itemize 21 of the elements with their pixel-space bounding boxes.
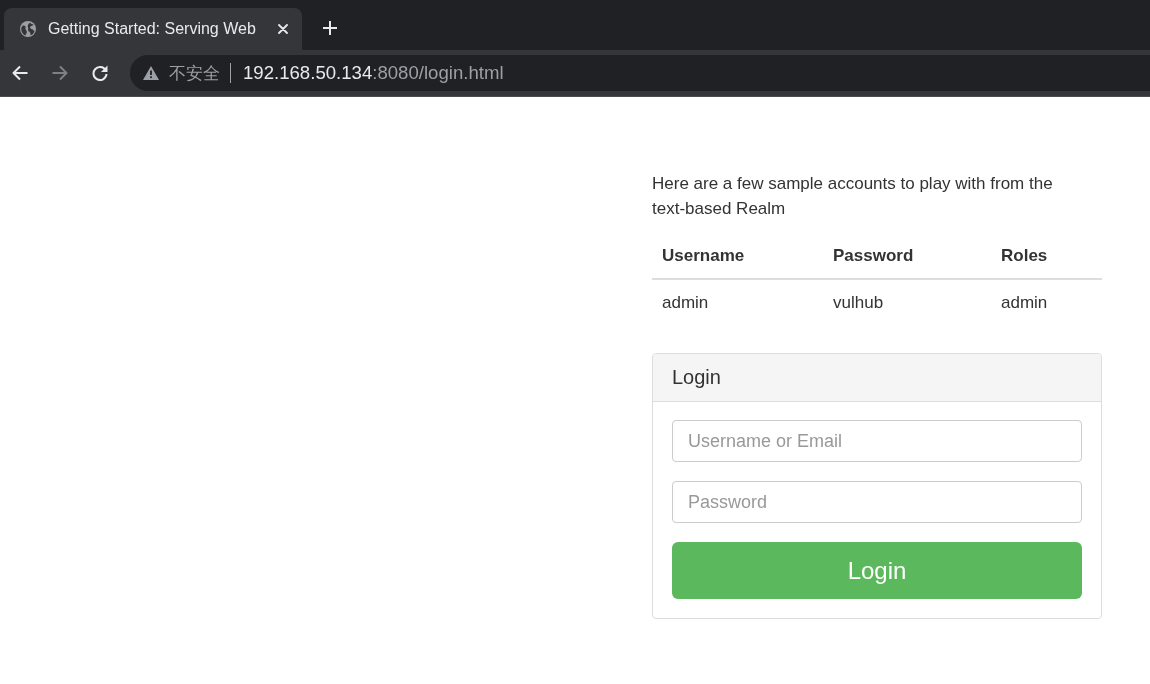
- url-text: 192.168.50.134:8080/login.html: [243, 62, 504, 84]
- column-header: Roles: [991, 234, 1102, 279]
- reload-icon[interactable]: [92, 65, 108, 81]
- table-cell: admin: [991, 279, 1102, 326]
- browser-tab[interactable]: Getting Started: Serving Web: [4, 8, 302, 50]
- plus-icon[interactable]: [323, 21, 337, 35]
- close-icon[interactable]: [278, 24, 288, 34]
- table-cell: admin: [652, 279, 823, 326]
- table-cell: vulhub: [823, 279, 991, 326]
- back-arrow-icon[interactable]: [12, 65, 28, 81]
- input-field[interactable]: Username or Email: [672, 420, 1082, 462]
- column-header: Username: [652, 234, 823, 279]
- globe-icon: [20, 21, 36, 37]
- intro-text: Here are a few sample accounts to play with from the text-based Realm: [652, 173, 1054, 220]
- security-label[interactable]: 不安全: [169, 61, 220, 85]
- tab-title: Getting Started: Serving Web: [48, 20, 257, 38]
- address-bar[interactable]: 不安全 192.168.50.134:8080/login.html: [130, 55, 1150, 91]
- warning-icon: [143, 66, 159, 80]
- input-field[interactable]: Password: [672, 481, 1082, 523]
- panel-title: Login: [672, 366, 721, 389]
- column-header: Password: [823, 234, 991, 279]
